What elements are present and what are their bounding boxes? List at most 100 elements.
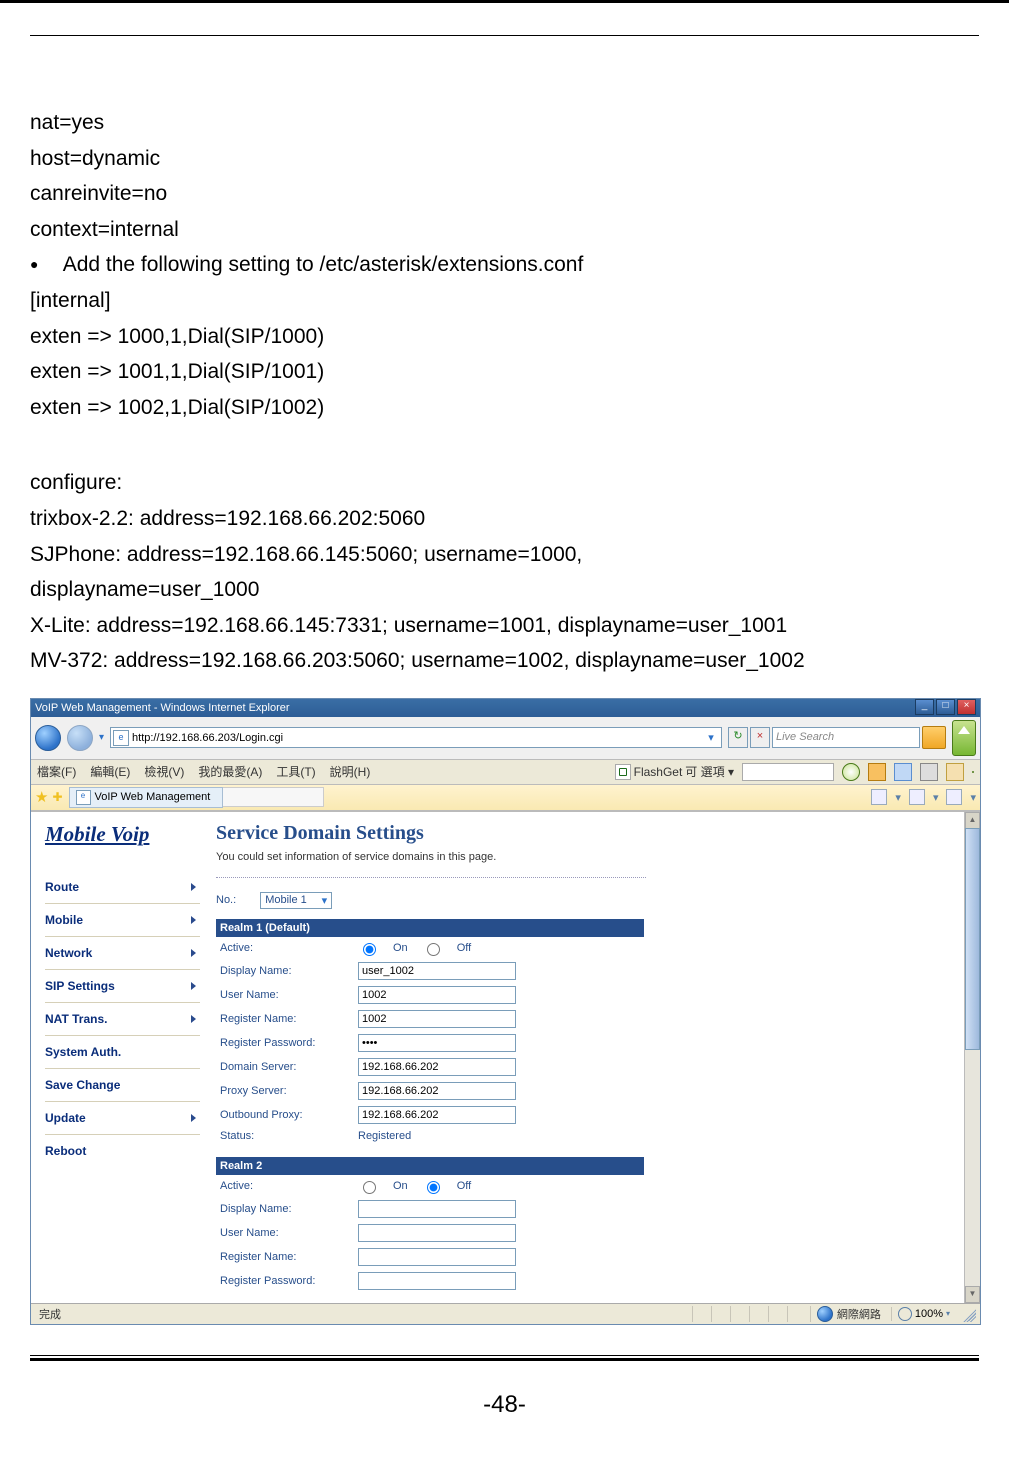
chevron-right-icon <box>191 916 196 924</box>
configure-line: displayname=user_1000 <box>30 573 979 607</box>
check-icon[interactable] <box>972 771 974 773</box>
flashget-toolbar[interactable]: FlashGet 可 選項 ▾ <box>615 763 734 780</box>
info-icon[interactable] <box>842 763 860 781</box>
print-icon[interactable] <box>920 763 938 781</box>
sidebar-item-nat[interactable]: NAT Trans. <box>45 1005 200 1033</box>
download-widget-icon[interactable] <box>952 720 976 756</box>
config-line: context=internal <box>30 213 979 247</box>
sidebar-item-network[interactable]: Network <box>45 939 200 967</box>
menu-tools[interactable]: 工具(T) <box>276 763 315 780</box>
mini-search-input[interactable] <box>742 763 834 781</box>
off-label: Off <box>457 1180 471 1192</box>
sidebar-item-label: Update <box>45 1111 86 1125</box>
sidebar-item-label: NAT Trans. <box>45 1012 107 1026</box>
refresh-button[interactable]: ↻ <box>728 727 748 748</box>
address-dropdown-icon[interactable]: ▾ <box>703 731 719 744</box>
internal-line: exten => 1001,1,Dial(SIP/1001) <box>30 355 979 389</box>
chevron-right-icon <box>191 949 196 957</box>
menubar: 檔案(F) 編輯(E) 檢視(V) 我的最愛(A) 工具(T) 說明(H) Fl… <box>31 760 980 785</box>
scroll-down-button[interactable]: ▼ <box>965 1286 980 1303</box>
proxy-server-label: Proxy Server: <box>216 1079 354 1103</box>
stop-button[interactable]: × <box>750 727 770 748</box>
realm2-user-name-input[interactable] <box>358 1224 516 1242</box>
print-toolbar-icon[interactable] <box>946 789 962 805</box>
feeds-toolbar-icon[interactable] <box>909 789 925 805</box>
configure-line: trixbox-2.2: address=192.168.66.202:5060 <box>30 502 979 536</box>
realm1-user-name-input[interactable] <box>358 986 516 1004</box>
realm2-active-on[interactable] <box>363 1181 376 1194</box>
display-name-label: Display Name: <box>216 959 354 983</box>
sidebar-item-reboot[interactable]: Reboot <box>45 1137 200 1165</box>
flashget-options[interactable]: 可 選項 ▾ <box>685 763 734 780</box>
mobile-select[interactable]: Mobile 1 ▾ <box>260 892 332 909</box>
app-logo[interactable]: Mobile Voip <box>45 822 149 847</box>
on-label: On <box>393 942 408 954</box>
realm2-register-name-input[interactable] <box>358 1248 516 1266</box>
panel-description: You could set information of service dom… <box>216 851 947 863</box>
realm1-proxy-server-input[interactable] <box>358 1082 516 1100</box>
sidebar-item-mobile[interactable]: Mobile <box>45 906 200 934</box>
zoom-icon <box>898 1307 912 1321</box>
search-input[interactable]: Live Search <box>772 727 920 748</box>
outbound-proxy-label: Outbound Proxy: <box>216 1103 354 1127</box>
realm2-register-password-input[interactable] <box>358 1272 516 1290</box>
realm2-active-off[interactable] <box>427 1181 440 1194</box>
realm2-display-name-input[interactable] <box>358 1200 516 1218</box>
realm1-register-password-input[interactable] <box>358 1034 516 1052</box>
sidebar-item-sysauth[interactable]: System Auth. <box>45 1038 200 1066</box>
vertical-scrollbar[interactable]: ▲ ▼ <box>964 812 980 1303</box>
realm1-outbound-proxy-input[interactable] <box>358 1106 516 1124</box>
zoom-control[interactable]: 100% ▾ <box>891 1307 956 1321</box>
register-password-label: Register Password: <box>216 1031 354 1055</box>
options-icon[interactable] <box>868 763 886 781</box>
bullet-text: Add the following setting to /etc/asteri… <box>63 253 584 276</box>
panel-title: Service Domain Settings <box>216 822 947 845</box>
menu-help[interactable]: 說明(H) <box>330 763 371 780</box>
zoom-value: 100% <box>915 1308 943 1320</box>
sidebar-item-update[interactable]: Update <box>45 1104 200 1132</box>
page-number: -48- <box>30 1391 979 1419</box>
mail-icon[interactable] <box>894 763 912 781</box>
tabbar: ★ ✚ e VoIP Web Management ▾ ▾ ▾ <box>31 785 980 811</box>
realm1-display-name-input[interactable] <box>358 962 516 980</box>
forward-button[interactable] <box>67 725 93 751</box>
sidebar-item-save[interactable]: Save Change <box>45 1071 200 1099</box>
favorites-star-icon[interactable]: ★ <box>35 788 48 806</box>
dropdown-icon[interactable]: ▾ <box>99 732 104 743</box>
register-password-label: Register Password: <box>216 1269 354 1293</box>
browser-tab[interactable]: e VoIP Web Management <box>69 787 224 808</box>
home-icon[interactable] <box>946 763 964 781</box>
realm1-active-off[interactable] <box>427 943 440 956</box>
realm1-register-name-input[interactable] <box>358 1010 516 1028</box>
sidebar-item-label: Mobile <box>45 913 83 927</box>
new-tab-button[interactable] <box>223 787 324 807</box>
maximize-button[interactable]: □ <box>936 699 955 715</box>
sidebar-item-label: System Auth. <box>45 1045 121 1059</box>
sidebar-item-route[interactable]: Route <box>45 873 200 901</box>
search-button[interactable] <box>922 726 946 749</box>
user-name-label: User Name: <box>216 983 354 1007</box>
tab-page-icon: e <box>76 790 91 805</box>
resize-grip-icon[interactable] <box>960 1306 976 1322</box>
address-bar[interactable]: e http://192.168.66.203/Login.cgi ▾ <box>110 727 722 748</box>
home-toolbar-icon[interactable] <box>871 789 887 805</box>
menu-view[interactable]: 檢視(V) <box>144 763 184 780</box>
off-label: Off <box>457 942 471 954</box>
sidebar-item-sip[interactable]: SIP Settings <box>45 972 200 1000</box>
active-label: Active: <box>216 1175 354 1197</box>
realm1-domain-server-input[interactable] <box>358 1058 516 1076</box>
realm1-header: Realm 1 (Default) <box>216 919 644 937</box>
scroll-thumb[interactable] <box>965 828 980 1050</box>
realm1-active-on[interactable] <box>363 943 376 956</box>
add-favorite-icon[interactable]: ✚ <box>52 790 62 804</box>
menu-edit[interactable]: 編輯(E) <box>90 763 130 780</box>
close-button[interactable]: × <box>957 699 976 715</box>
chevron-right-icon <box>191 982 196 990</box>
sidebar-item-label: Reboot <box>45 1144 86 1158</box>
back-button[interactable] <box>35 725 61 751</box>
minimize-button[interactable]: _ <box>915 699 934 715</box>
menu-file[interactable]: 檔案(F) <box>37 763 76 780</box>
domain-server-label: Domain Server: <box>216 1055 354 1079</box>
scroll-up-button[interactable]: ▲ <box>965 812 980 829</box>
menu-favorites[interactable]: 我的最愛(A) <box>198 763 262 780</box>
